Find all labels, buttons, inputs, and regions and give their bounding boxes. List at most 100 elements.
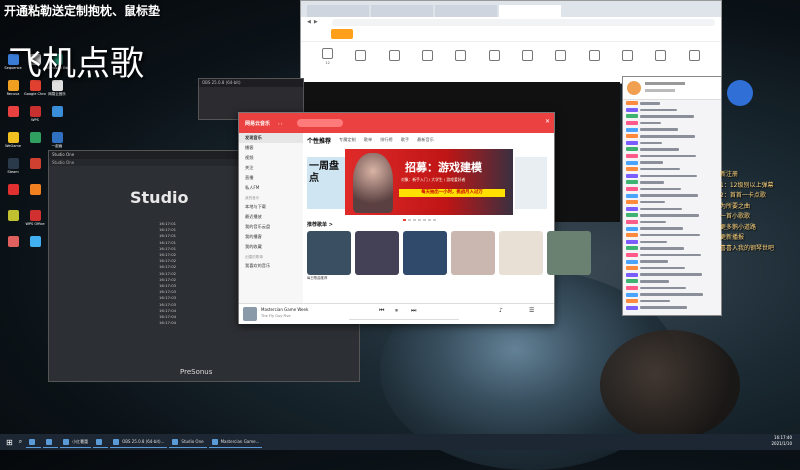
desktop-icon[interactable] (24, 132, 46, 158)
chat-message (623, 133, 721, 140)
chat-message (623, 245, 721, 252)
playlist-card[interactable] (499, 231, 543, 280)
next-icon[interactable]: ⏭ (411, 307, 416, 315)
sidebar-item[interactable]: 视频 (239, 153, 303, 163)
desktop-icon[interactable] (24, 158, 46, 184)
carousel-dots[interactable] (403, 219, 438, 221)
category-item[interactable] (388, 49, 400, 63)
chat-message (623, 120, 721, 127)
message-text (640, 161, 663, 164)
sidebar-item[interactable]: 最近播放 (239, 212, 303, 222)
taskbar-item[interactable]: Studio One (169, 436, 207, 448)
message-text (640, 121, 661, 125)
browser-tab-active[interactable] (499, 5, 561, 17)
chat-message (623, 107, 721, 114)
playlist-card[interactable] (355, 231, 399, 280)
banner-main[interactable]: 招募：游戏建模 对象：新手入门 / 大学生 / 游戏爱好者 每天抽出一小时，挑战… (345, 149, 513, 215)
banner-side-left[interactable]: 一周盘点 (307, 157, 345, 209)
prev-icon[interactable]: ⏮ (379, 307, 384, 315)
search-icon[interactable]: ⌕ (19, 438, 22, 446)
category-item[interactable] (555, 49, 567, 63)
badge (626, 134, 638, 139)
volume-icon[interactable]: ♪ (499, 307, 503, 314)
taskbar-item[interactable] (26, 436, 42, 448)
chat-message (623, 153, 721, 160)
taskbar-item[interactable]: OBS 25.0.8 (64-bit)... (110, 436, 168, 448)
sidebar-item[interactable]: 我的音乐云盘 (239, 222, 303, 232)
sidebar-item[interactable]: 私人FM (239, 183, 303, 193)
playlist-card[interactable] (403, 231, 447, 280)
category-item[interactable]: 12 (322, 47, 334, 65)
desktop-icon[interactable] (46, 106, 68, 132)
desktop-icon[interactable]: WPS Office (24, 210, 46, 236)
sidebar-item[interactable]: 直播 (239, 173, 303, 183)
category-item[interactable] (488, 49, 500, 63)
message-text (640, 306, 687, 309)
tab-3[interactable]: 排行榜 (380, 137, 393, 143)
browser-tab[interactable] (307, 5, 369, 17)
playlist-icon[interactable]: ☰ (529, 307, 534, 314)
category-item[interactable] (422, 49, 434, 63)
category-item[interactable] (588, 49, 600, 63)
site-logo[interactable] (331, 29, 353, 39)
category-label: 12 (325, 60, 330, 65)
category-item[interactable] (622, 49, 634, 63)
taskbar-item[interactable] (43, 436, 59, 448)
back-icon[interactable]: ◀ (307, 19, 311, 25)
category-item[interactable] (655, 49, 667, 63)
banner-side-right[interactable] (515, 157, 547, 209)
tab-2[interactable]: 歌单 (364, 137, 372, 143)
browser-tab[interactable] (371, 5, 433, 17)
close-icon[interactable]: ✕ (545, 118, 550, 125)
start-icon[interactable]: ⊞ (6, 438, 13, 447)
playlist-card[interactable]: 每日歌曲推荐 (307, 231, 351, 280)
taskbar-item[interactable]: Mastercian Game... (208, 436, 263, 448)
desktop-icon[interactable] (2, 236, 24, 262)
taskbar-item[interactable] (93, 436, 109, 448)
sidebar-item[interactable]: 我的播客 (239, 232, 303, 242)
category-item[interactable] (355, 49, 367, 63)
desktop-icon[interactable]: WeGame (2, 132, 24, 158)
category-item[interactable] (522, 49, 534, 63)
progress-bar[interactable] (349, 319, 459, 320)
browser-tab[interactable] (435, 5, 497, 17)
playlist-card[interactable] (451, 231, 495, 280)
sidebar-item[interactable]: 本地与下载 (239, 202, 303, 212)
sidebar-item[interactable]: 发现音乐 (239, 133, 303, 143)
sidebar-item[interactable]: 播客 (239, 143, 303, 153)
url-field[interactable] (331, 18, 715, 26)
desktop-icon[interactable] (24, 236, 46, 262)
play-icon[interactable]: ⏸ (395, 307, 398, 315)
tab-1[interactable]: 专属定制 (339, 137, 356, 143)
forward-icon[interactable]: ▶ (314, 19, 318, 25)
desktop-icon[interactable]: WPS (24, 106, 46, 132)
badge (626, 292, 638, 297)
category-item[interactable] (455, 49, 467, 63)
sidebar-item[interactable]: 我的收藏 (239, 242, 303, 252)
tab-0[interactable]: 个性推荐 (307, 136, 331, 145)
sidebar-section-heading: 创建的歌单 (245, 255, 263, 259)
album-cover[interactable] (243, 307, 257, 321)
tab-4[interactable]: 歌手 (401, 137, 409, 143)
song-title: Mastercian Game Week (261, 307, 309, 312)
desktop-icon[interactable] (2, 106, 24, 132)
desktop-icon[interactable] (2, 210, 24, 236)
category-item[interactable] (688, 49, 700, 63)
app-icon (7, 210, 19, 221)
avatar[interactable] (627, 81, 641, 95)
banner-carousel[interactable]: 一周盘点 招募：游戏建模 对象：新手入门 / 大学生 / 游戏爱好者 每天抽出一… (307, 149, 547, 221)
sidebar-item[interactable]: 我喜欢的音乐 (239, 261, 303, 271)
back-icon[interactable]: ‹ › (278, 121, 282, 126)
section-title[interactable]: 推荐歌单 > (307, 221, 333, 228)
desktop-icon[interactable] (24, 184, 46, 210)
clock[interactable]: 16:17:40 2021/1/10 (771, 435, 792, 447)
taskbar-item[interactable]: 小红薯蕾 (60, 436, 92, 448)
desktop-icon[interactable]: Steam (2, 158, 24, 184)
search-input[interactable] (296, 119, 343, 127)
tab-5[interactable]: 最新音乐 (417, 137, 434, 143)
desktop-icon[interactable] (2, 184, 24, 210)
playlist-card[interactable] (547, 231, 591, 280)
sidebar-item[interactable]: 关注 (239, 163, 303, 173)
wallpaper-planet-small (600, 330, 740, 440)
gift-bubble[interactable] (727, 80, 753, 106)
